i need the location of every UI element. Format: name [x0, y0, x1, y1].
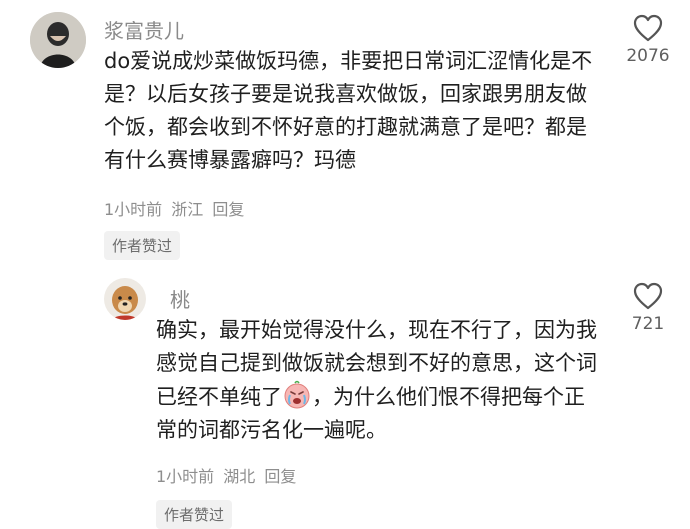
- reply-meta: 1小时前 湖北 回复: [156, 463, 300, 487]
- reply-author-liked-badge: 作者赞过: [156, 500, 233, 529]
- comment-text: do爱说成炒菜做饭玛德，非要把日常词汇涩情化是不是？以后女孩子要是说我喜欢做饭，…: [104, 49, 593, 172]
- reply-location: 湖北: [223, 467, 256, 486]
- reply-reply-button[interactable]: 回复: [264, 467, 296, 486]
- reply-like-button[interactable]: 721: [613, 282, 683, 334]
- reply-text: 确实，最开始觉得没什么，现在不行了，因为我感觉自己提到做饭就会想到不好的意思，这…: [156, 314, 604, 447]
- comment-like-count: 2076: [626, 46, 670, 66]
- dog-avatar-image: [104, 278, 146, 320]
- comment-thread-main: 浆富贵儿 do爱说成炒菜做饭玛德，非要把日常词汇涩情化是不是？以后女孩子要是说我…: [0, 0, 690, 265]
- reply-thread: 桃 确实，最开始觉得没什么，现在不行了，因为我感觉自己提到做饭就会想到不好的意思…: [0, 270, 690, 529]
- comment-location: 浙江: [171, 200, 204, 219]
- author-liked-badge: 作者赞过: [104, 231, 181, 260]
- comment-reply-button[interactable]: 回复: [212, 200, 244, 219]
- crying-face-emoji-icon: [284, 380, 310, 409]
- heart-icon: [633, 14, 663, 42]
- comment-meta: 1小时前 浙江 回复: [104, 196, 248, 220]
- reply-time: 1小时前: [156, 467, 215, 486]
- heart-icon: [633, 282, 663, 310]
- comment-like-button[interactable]: 2076: [613, 14, 683, 66]
- avatar-image: [30, 12, 86, 68]
- avatar[interactable]: [30, 12, 86, 68]
- comment-username[interactable]: 浆富贵儿: [104, 15, 184, 44]
- comment-time: 1小时前: [104, 200, 163, 219]
- reply-like-count: 721: [631, 314, 665, 334]
- reply-avatar[interactable]: [104, 278, 146, 320]
- reply-username[interactable]: 桃: [170, 284, 190, 313]
